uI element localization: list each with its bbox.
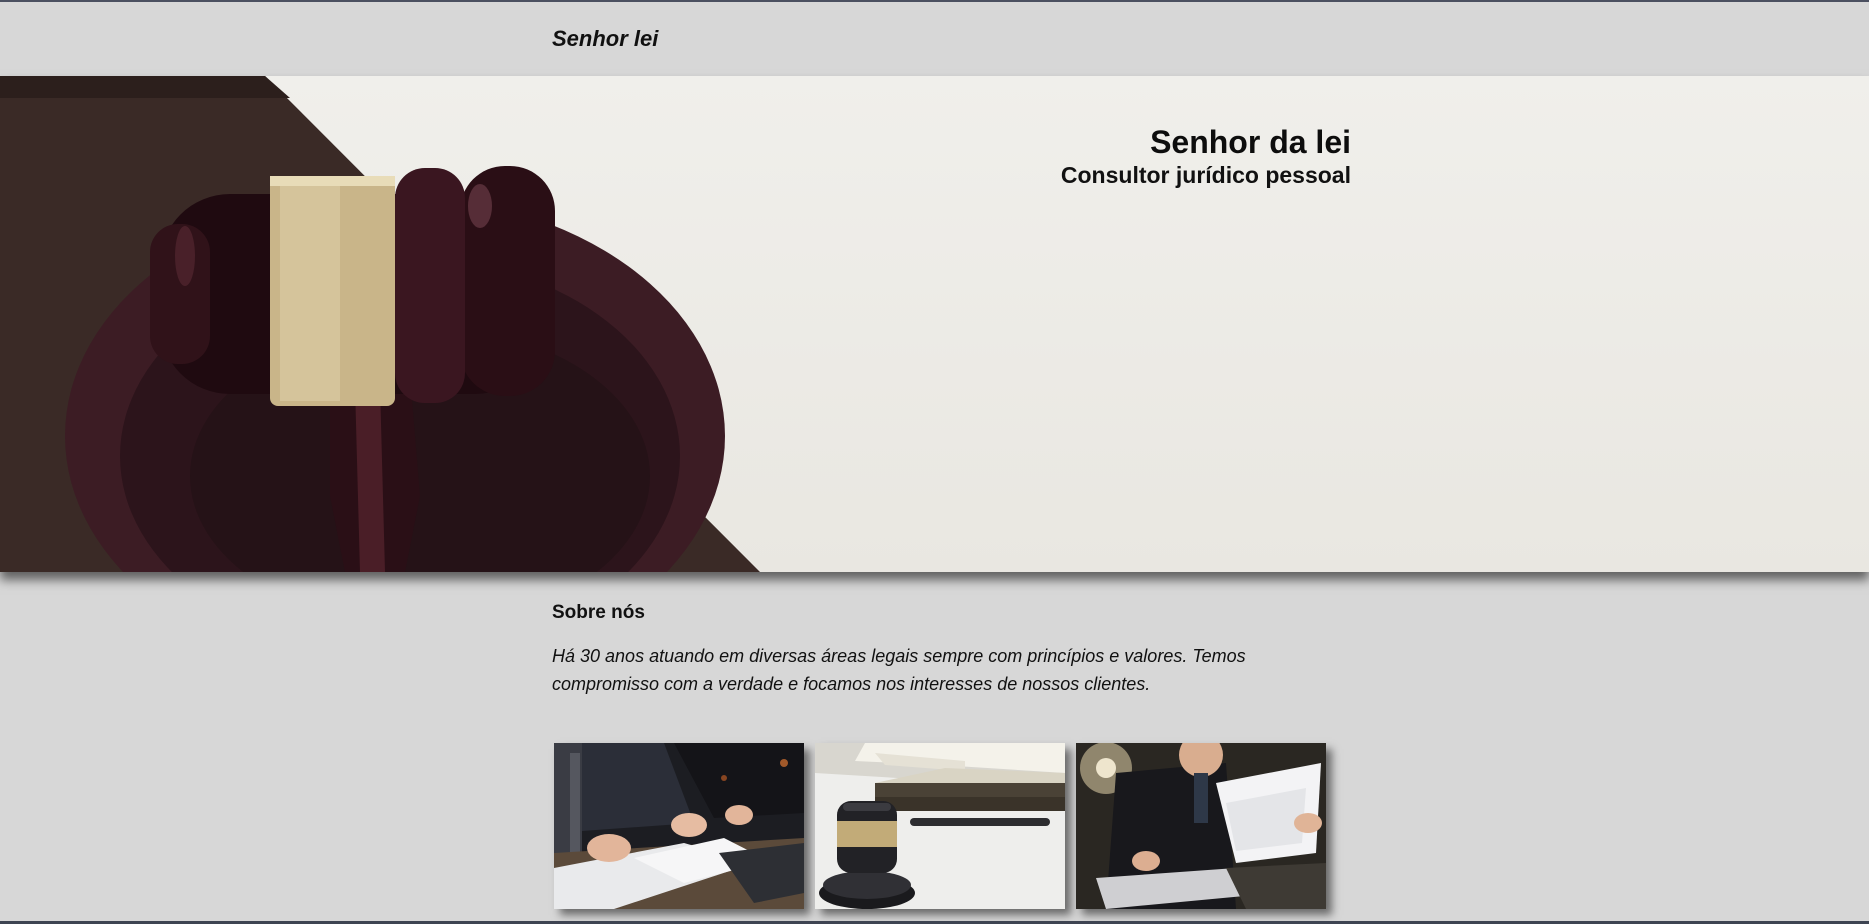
gallery-image-reading[interactable] <box>1076 743 1326 909</box>
hero-banner: Senhor da lei Consultor jurídico pessoal <box>0 76 1869 572</box>
image-gallery <box>554 743 1334 909</box>
gallery-image-signing[interactable] <box>554 743 804 909</box>
hero-gavel-image <box>0 76 760 572</box>
about-title: Sobre nós <box>552 602 645 623</box>
top-navbar: Senhor lei <box>0 2 1869 76</box>
hero-title: Senhor da lei <box>1150 124 1351 160</box>
about-text: Há 30 anos atuando em diversas áreas leg… <box>552 646 1246 694</box>
about-section: Sobre nós Há 30 anos atuando em diversas… <box>552 602 1312 698</box>
brand-logo-text[interactable]: Senhor lei <box>552 26 658 52</box>
hero-subtitle: Consultor jurídico pessoal <box>1060 162 1351 188</box>
gallery-image-gavel-book[interactable] <box>815 743 1065 909</box>
